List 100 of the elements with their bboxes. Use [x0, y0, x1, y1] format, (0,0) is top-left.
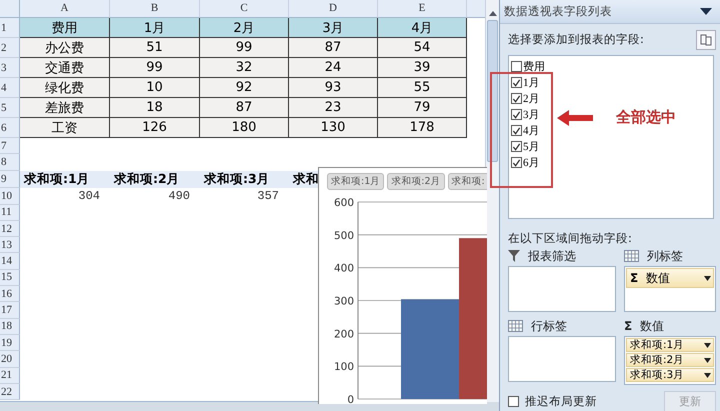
row-header[interactable]: 14 [0, 253, 20, 270]
field-label[interactable]: 2月 [523, 91, 540, 106]
row-header[interactable]: 12 [0, 220, 20, 238]
pivot-cell-text: 490 [167, 188, 191, 205]
pivot-cell: 求和项:2月 [110, 170, 200, 188]
column-header[interactable]: B [110, 0, 200, 18]
axis-tick-label: 200 [334, 328, 354, 340]
table-cell: 54 [378, 38, 467, 58]
dropdown-icon[interactable] [704, 276, 711, 281]
table-cell: 130 [289, 118, 378, 138]
table-cell: 92 [200, 78, 289, 98]
drop-area[interactable]: 求和项:1月 求和项:2月 求和项:3月 [624, 336, 716, 386]
area-title: 列标签 [647, 248, 683, 265]
row-header[interactable]: 5 [0, 98, 20, 118]
row-header[interactable]: 8 [0, 154, 20, 171]
checkbox[interactable] [508, 396, 519, 407]
field-button[interactable]: 求和项:2月 [387, 173, 444, 190]
row-header[interactable]: 7 [0, 138, 20, 154]
field-button[interactable]: 求和项: [448, 173, 487, 190]
grid-icon [624, 250, 639, 262]
layout-button[interactable] [696, 30, 716, 50]
annotation: 全部选中 [616, 108, 676, 127]
checkbox[interactable] [511, 125, 522, 136]
axis-tick-label: 400 [334, 262, 354, 275]
pivot-cell-text: 357 [256, 188, 280, 205]
row-header[interactable]: 22 [0, 384, 20, 400]
up-arrow-icon[interactable] [488, 10, 496, 16]
field-label[interactable]: 6月 [523, 155, 540, 170]
table-cell: 99 [110, 58, 200, 78]
table-cell: 23 [289, 98, 378, 118]
field-button[interactable]: 求和项:1月 [327, 173, 384, 190]
column-header[interactable]: E [378, 0, 467, 18]
table-cell: 24 [289, 58, 378, 78]
table-cell: 87 [289, 38, 378, 58]
axis-tick-label: 0 [347, 394, 354, 404]
column-header[interactable]: D [289, 0, 378, 18]
table-cell: 交通费 [20, 58, 110, 78]
axis-tick-label: 300 [334, 296, 354, 308]
row-header[interactable]: 3 [0, 58, 20, 78]
dropdown-icon[interactable] [704, 372, 711, 378]
row-header[interactable]: 17 [0, 302, 20, 319]
row-header[interactable]: 13 [0, 237, 20, 254]
table-cell: 55 [378, 78, 467, 98]
grid-icon [508, 320, 523, 332]
area-field-label: 数值 [645, 270, 672, 287]
areas-prompt: 在以下区域间拖动字段: [507, 230, 633, 248]
area-field[interactable]: 求和项:1月 [626, 338, 714, 352]
row-header[interactable]: 6 [0, 118, 20, 138]
axis-tick-label: 600 [334, 197, 354, 209]
checkbox[interactable] [511, 157, 522, 168]
row-header[interactable]: 1 [0, 18, 20, 38]
row-header[interactable]: 9 [0, 170, 20, 188]
table-cell: 绿化费 [20, 78, 110, 98]
dropdown-icon[interactable] [704, 342, 711, 348]
field-label[interactable]: 5月 [523, 139, 540, 154]
area-field-label: 求和项:3月 [630, 368, 686, 382]
field-label[interactable]: 4月 [523, 123, 540, 138]
table-cell: 178 [378, 118, 467, 138]
table-cell: 工资 [20, 118, 110, 138]
field-label[interactable]: 3月 [523, 107, 540, 122]
row-header[interactable]: 19 [0, 334, 20, 352]
axis-tick-label: 500 [334, 230, 354, 242]
table-cell: 39 [378, 58, 467, 78]
row-header[interactable]: 16 [0, 286, 20, 302]
table-cell: 4月 [378, 18, 467, 38]
checkbox[interactable] [511, 93, 522, 104]
column-header[interactable]: A [20, 0, 110, 18]
checkbox[interactable] [511, 61, 522, 72]
field-label[interactable]: 费用 [523, 59, 545, 74]
layout-icon [700, 34, 712, 46]
table-cell: 93 [289, 78, 378, 98]
column-header[interactable]: C [200, 0, 289, 18]
table-cell: 87 [200, 98, 289, 118]
pivot-cell-text: 304 [77, 188, 101, 205]
table-cell: 10 [110, 78, 200, 98]
area-field[interactable]: 求和项:3月 [626, 368, 714, 382]
drop-area[interactable]: Σ 数值 [624, 266, 716, 312]
area-title: 行标签 [531, 318, 567, 335]
dropdown-icon[interactable] [700, 8, 712, 16]
row-header[interactable]: 18 [0, 318, 20, 335]
row-header[interactable]: 11 [0, 204, 20, 221]
area-field[interactable]: 求和项:2月 [626, 353, 714, 368]
row-header[interactable]: 10 [0, 188, 20, 205]
row-header[interactable]: 15 [0, 270, 20, 286]
row-header[interactable]: 21 [0, 368, 20, 384]
table-cell: 180 [200, 118, 289, 138]
field-label[interactable]: 1月 [523, 75, 540, 90]
area-field[interactable]: Σ 数值 [626, 268, 714, 288]
checkbox[interactable] [511, 77, 522, 88]
pivot-cell: 求和项:3月 [200, 170, 289, 188]
row-header[interactable]: 20 [0, 351, 20, 368]
checkbox[interactable] [511, 141, 522, 152]
table-cell: 办公费 [20, 38, 110, 58]
table-cell: 3月 [289, 18, 378, 38]
row-header[interactable]: 2 [0, 38, 20, 58]
table-cell: 32 [200, 58, 289, 78]
checkbox[interactable] [511, 109, 522, 120]
row-header[interactable]: 4 [0, 78, 20, 98]
table-cell: 99 [200, 38, 289, 58]
dropdown-icon[interactable] [704, 358, 711, 363]
